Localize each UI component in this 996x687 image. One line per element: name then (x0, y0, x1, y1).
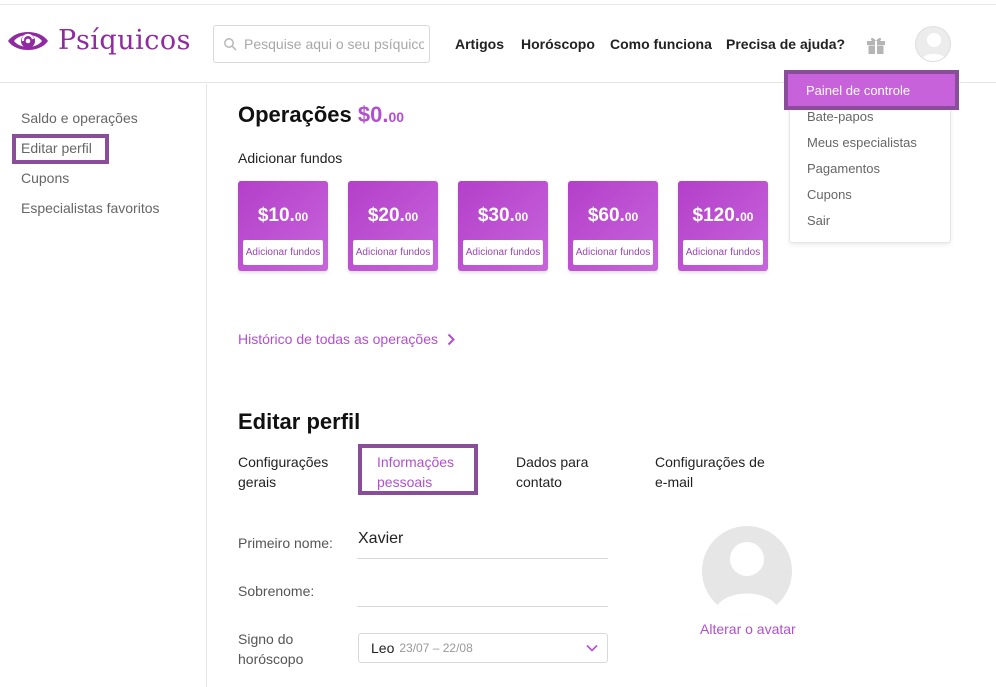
sidebar-item-cupons[interactable]: Cupons (21, 170, 69, 186)
sidebar-item-favoritos[interactable]: Especialistas favoritos (21, 200, 160, 216)
tab-label-line: gerais (238, 474, 277, 490)
menu-item-bate-papos[interactable]: Bate-papos (807, 109, 874, 124)
sign-label: Signo do horóscopo (238, 629, 303, 669)
balance-main: $0. (357, 102, 389, 127)
nav-precisa-de-ajuda[interactable]: Precisa de ajuda? (726, 36, 845, 52)
menu-item-pagamentos[interactable]: Pagamentos (807, 161, 880, 176)
tab-configuracoes-email[interactable]: Configurações de e-mail (655, 452, 765, 492)
sign-select-value: Leo (371, 640, 395, 656)
menu-item-label: Painel de controle (806, 83, 911, 98)
add-funds-button[interactable]: Adicionar fundos (683, 240, 763, 265)
add-funds-label: Adicionar fundos (238, 150, 343, 166)
card-amount-main: $10. (257, 205, 295, 226)
tab-label-line: Configurações de (655, 454, 765, 470)
logo-text: Psíquicos (58, 25, 191, 56)
menu-item-cupons[interactable]: Cupons (807, 187, 852, 202)
edit-profile-title: Editar perfil (238, 409, 361, 434)
fund-card-120[interactable]: $120.00 Adicionar fundos (678, 181, 768, 271)
profile-avatar[interactable] (702, 526, 792, 616)
fund-card-10[interactable]: $10.00 Adicionar fundos (238, 181, 328, 271)
add-funds-button[interactable]: Adicionar fundos (573, 240, 653, 265)
fund-card-60[interactable]: $60.00 Adicionar fundos (568, 181, 658, 271)
add-funds-button[interactable]: Adicionar fundos (353, 240, 433, 265)
add-funds-button[interactable]: Adicionar fundos (243, 240, 323, 265)
nav-horoscopo[interactable]: Horóscopo (521, 36, 595, 52)
first-name-field[interactable]: Xavier (357, 530, 608, 559)
card-amount-main: $120. (692, 205, 741, 226)
tab-configuracoes-gerais[interactable]: Configurações gerais (238, 452, 328, 492)
menu-item-painel-de-controle[interactable]: Painel de controle (784, 70, 959, 110)
card-amount: $120.00 (678, 205, 768, 227)
sign-select[interactable]: Leo 23/07 – 22/08 (358, 633, 608, 663)
tab-label-line: e-mail (655, 474, 694, 490)
nav-como-funciona[interactable]: Como funciona (610, 36, 712, 52)
tab-highlight-box (358, 444, 478, 495)
balance-cents: 00 (388, 109, 405, 125)
card-amount-main: $20. (367, 205, 405, 226)
sign-label-line: Signo do (238, 631, 294, 647)
user-avatar[interactable] (915, 26, 951, 62)
last-name-field[interactable] (357, 578, 608, 607)
card-amount-cents: 00 (740, 210, 754, 224)
sign-select-range: 23/07 – 22/08 (399, 641, 473, 655)
card-amount: $30.00 (458, 205, 548, 227)
last-name-label: Sobrenome: (238, 583, 315, 599)
card-amount-cents: 00 (624, 210, 639, 224)
sidebar-highlight-box (12, 134, 109, 164)
search-icon (224, 38, 237, 51)
tab-label-line: Configurações (238, 454, 329, 470)
menu-item-sair[interactable]: Sair (807, 213, 830, 228)
logo[interactable]: Psíquicos (6, 25, 191, 56)
user-icon (714, 542, 780, 616)
tab-label-line: Dados para (516, 454, 589, 470)
tab-dados-contato[interactable]: Dados para contato (516, 452, 588, 492)
card-amount: $60.00 (568, 205, 658, 227)
operations-title: Operações $0.00 (238, 102, 404, 128)
eye-logo-icon (8, 31, 48, 50)
fund-card-30[interactable]: $30.00 Adicionar fundos (458, 181, 548, 271)
chevron-down-icon (586, 644, 598, 652)
search-box[interactable] (213, 25, 430, 63)
user-icon (920, 33, 948, 61)
sidebar-item-saldo[interactable]: Saldo e operações (21, 110, 138, 126)
sign-label-line: horóscopo (238, 651, 304, 667)
search-input[interactable] (244, 36, 424, 52)
card-amount-cents: 00 (404, 210, 419, 224)
chevron-right-icon (447, 333, 455, 345)
history-link[interactable]: Histórico de todas as operações (238, 331, 455, 347)
gift-icon[interactable] (865, 34, 887, 56)
card-amount-cents: 00 (514, 210, 529, 224)
card-amount: $10.00 (238, 205, 328, 227)
card-amount-cents: 00 (294, 210, 309, 224)
card-amount-main: $60. (587, 205, 625, 226)
change-avatar-link[interactable]: Alterar o avatar (700, 621, 796, 637)
add-funds-button[interactable]: Adicionar fundos (463, 240, 543, 265)
first-name-label: Primeiro nome: (238, 535, 333, 551)
operations-title-text: Operações (238, 102, 352, 127)
nav-artigos[interactable]: Artigos (455, 36, 504, 52)
tab-label-line: contato (516, 474, 562, 490)
card-amount: $20.00 (348, 205, 438, 227)
fund-card-20[interactable]: $20.00 Adicionar fundos (348, 181, 438, 271)
history-link-text: Histórico de todas as operações (238, 331, 438, 347)
card-amount-main: $30. (477, 205, 515, 226)
balance-amount: $0.00 (358, 102, 404, 127)
menu-item-meus-especialistas[interactable]: Meus especialistas (807, 135, 917, 150)
